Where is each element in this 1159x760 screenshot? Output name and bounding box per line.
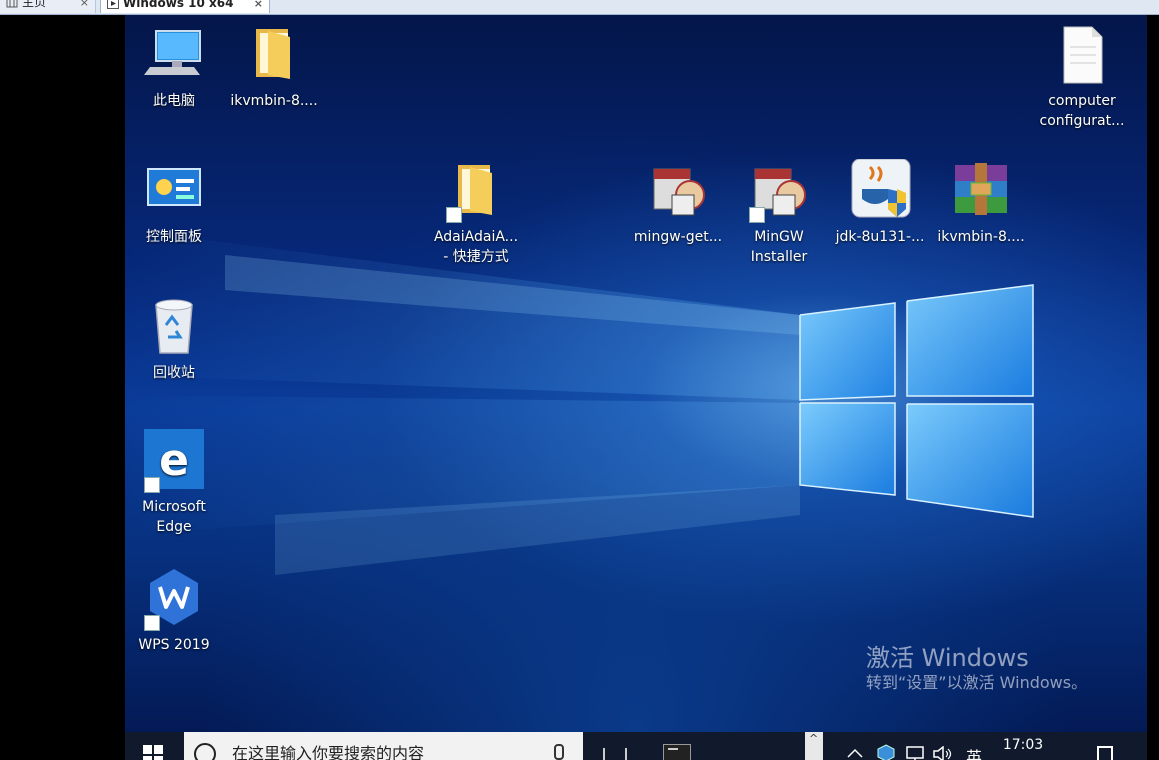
desktop-icon-wps[interactable]: WPS 2019: [125, 567, 224, 655]
text-file-icon: [1063, 26, 1103, 84]
tab-home[interactable]: 主页 ×: [0, 0, 96, 13]
wallpaper-windows-logo: [125, 230, 1034, 575]
java-installer-icon: [851, 158, 911, 218]
desktop-icon-label: jdk-8u131-...: [835, 229, 925, 245]
activation-subtitle: 转到“设置”以激活 Windows。: [866, 673, 1088, 692]
taskbar-clock[interactable]: 17:03: [993, 736, 1053, 754]
installer-icon: [653, 168, 705, 216]
ime-indicator[interactable]: 英: [966, 744, 982, 760]
activation-watermark: 激活 Windows 转到“设置”以激活 Windows。: [866, 643, 1087, 693]
virtualbox-tray-icon[interactable]: [877, 744, 895, 760]
volume-icon[interactable]: [933, 746, 953, 760]
desktop-icon-label: MinGW Installer: [750, 229, 808, 265]
shortcut-arrow-icon: [446, 207, 462, 223]
desktop[interactable]: 此电脑 ikvmbin-8.... computer configurat...: [125, 15, 1147, 732]
taskbar-scroll-button[interactable]: [805, 732, 823, 760]
windows-start-icon[interactable]: [143, 745, 163, 760]
computer-icon: [144, 30, 201, 75]
command-prompt-taskbar-icon[interactable]: [663, 744, 691, 760]
taskbar-search-box[interactable]: 在这里输入你要搜索的内容: [184, 732, 583, 760]
notification-icon[interactable]: [1097, 746, 1113, 760]
desktop-icon-control-panel[interactable]: 控制面板: [125, 159, 224, 247]
desktop-icon-label: AdaiAdaiA... - 快捷方式: [433, 229, 519, 265]
desktop-icon-ikvmbin-folder[interactable]: ikvmbin-8....: [224, 23, 324, 111]
recycle-bin-icon: [155, 299, 193, 354]
desktop-icon-ikvmbin-archive[interactable]: ikvmbin-8....: [931, 159, 1031, 247]
tab-vm-label: Windows 10 x64: [123, 0, 234, 10]
desktop-icon-edge[interactable]: e Microsoft Edge: [125, 429, 224, 537]
desktop-icon-jdk-installer[interactable]: jdk-8u131-...: [830, 158, 930, 247]
folder-icon: [256, 29, 290, 79]
desktop-icon-label: WPS 2019: [138, 637, 210, 653]
desktop-icon-label: ikvmbin-8....: [230, 93, 318, 109]
svg-text:e: e: [159, 435, 189, 486]
winrar-archive-icon: [955, 163, 1007, 215]
desktop-icon-mingw-installer[interactable]: MinGW Installer: [729, 159, 829, 267]
taskbar: 在这里输入你要搜索的内容 英 17:03: [125, 732, 1147, 760]
vm-right-margin: [1147, 15, 1159, 760]
desktop-icon-recycle-bin[interactable]: 回收站: [125, 295, 224, 383]
desktop-icon-label: mingw-get...: [633, 229, 723, 245]
shortcut-arrow-icon: [144, 477, 160, 493]
tab-vm[interactable]: Windows 10 x64 ×: [100, 0, 270, 13]
chevron-up-icon[interactable]: [847, 748, 863, 758]
home-icon: [6, 0, 18, 8]
control-panel-icon: [147, 168, 201, 206]
shortcut-arrow-icon: [749, 207, 765, 223]
desktop-icon-label: ikvmbin-8....: [937, 229, 1025, 245]
desktop-icon-adaiadai-shortcut[interactable]: AdaiAdaiA... - 快捷方式: [426, 159, 526, 267]
vm-left-margin: [0, 15, 125, 760]
desktop-icon-this-pc[interactable]: 此电脑: [125, 23, 224, 111]
network-icon[interactable]: [905, 746, 925, 760]
desktop-icon-label: computer configurat...: [1039, 93, 1125, 129]
desktop-icon-mingw-get[interactable]: mingw-get...: [628, 159, 728, 247]
task-view-icon[interactable]: [603, 748, 627, 760]
desktop-icon-label: 控制面板: [146, 229, 202, 245]
search-icon: [194, 743, 216, 760]
shortcut-arrow-icon: [144, 615, 160, 631]
desktop-icon-label: 回收站: [153, 365, 195, 381]
search-placeholder: 在这里输入你要搜索的内容: [232, 744, 425, 760]
vm-host-tab-bar: 主页 × Windows 10 x64 ×: [0, 0, 1159, 15]
desktop-icon-label: 此电脑: [153, 93, 195, 109]
microphone-icon[interactable]: [554, 744, 564, 760]
vm-play-icon: [107, 0, 119, 9]
tab-home-close-icon[interactable]: ×: [80, 0, 89, 13]
desktop-icon-computer-config[interactable]: computer configurat...: [1032, 23, 1132, 131]
tab-home-label: 主页: [22, 0, 47, 9]
tab-vm-close-icon[interactable]: ×: [254, 0, 263, 14]
desktop-icon-label: Microsoft Edge: [142, 499, 206, 535]
activation-title: 激活 Windows: [866, 644, 1029, 672]
